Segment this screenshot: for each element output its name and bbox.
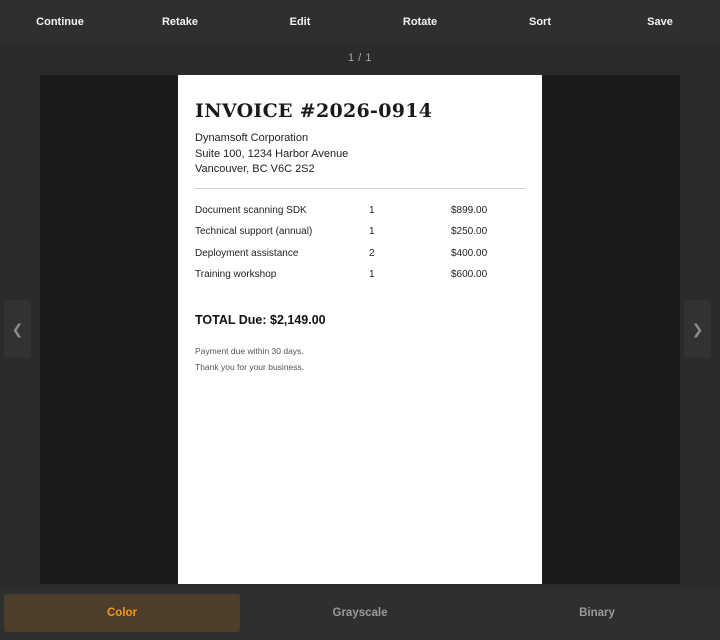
line-items: Document scanning SDK 1 $899.00 Technica…	[195, 200, 525, 286]
item-price: $250.00	[451, 226, 488, 238]
continue-button[interactable]: Continue	[0, 0, 120, 44]
note-line: Thank you for your business.	[195, 361, 305, 372]
item-price: $899.00	[451, 204, 488, 216]
document-viewer: INVOICE #2026-0914 Dynamsoft Corporation…	[40, 75, 680, 584]
grayscale-filter-button[interactable]: Grayscale	[242, 594, 478, 632]
sort-button[interactable]: Sort	[480, 0, 600, 44]
address-line: Dynamsoft Corporation	[195, 132, 309, 144]
line-item-row: Document scanning SDK 1 $899.00	[195, 200, 525, 222]
item-quantity: 2	[369, 247, 375, 259]
item-quantity: 1	[369, 269, 375, 281]
item-price: $600.00	[451, 269, 488, 281]
line-item-row: Training workshop 1 $600.00	[195, 264, 525, 286]
item-description: Deployment assistance	[195, 247, 299, 259]
invoice-total: TOTAL Due: $2,149.00	[195, 312, 326, 327]
next-page-button[interactable]: ❯	[684, 300, 711, 358]
item-quantity: 1	[369, 204, 375, 216]
rotate-button[interactable]: Rotate	[360, 0, 480, 44]
address-line: Suite 100, 1234 Harbor Avenue	[195, 147, 349, 160]
chevron-left-icon: ❮	[11, 321, 24, 337]
note-line: Payment due within 30 days.	[195, 345, 304, 356]
line-item-row: Deployment assistance 2 $400.00	[195, 243, 525, 265]
invoice-title: INVOICE #2026-0914	[195, 100, 433, 122]
line-item-row: Technical support (annual) 1 $250.00	[195, 221, 525, 243]
item-price: $400.00	[451, 247, 488, 259]
divider	[195, 187, 525, 189]
item-description: Document scanning SDK	[195, 204, 307, 216]
save-button[interactable]: Save	[600, 0, 720, 44]
page-counter: 1 / 1	[348, 52, 372, 64]
previous-page-button[interactable]: ❮	[4, 300, 31, 358]
binary-filter-button[interactable]: Binary	[479, 594, 715, 632]
item-quantity: 1	[369, 226, 375, 238]
address-block: Dynamsoft Corporation Suite 100, 1234 Ha…	[195, 131, 525, 178]
payment-notes: Payment due within 30 days. Thank you fo…	[195, 343, 525, 375]
edit-button[interactable]: Edit	[240, 0, 360, 44]
color-filter-button[interactable]: Color	[4, 594, 240, 632]
top-toolbar: Continue Retake Edit Rotate Sort Save	[0, 0, 720, 44]
item-description: Technical support (annual)	[195, 226, 313, 238]
document-page[interactable]: INVOICE #2026-0914 Dynamsoft Corporation…	[178, 75, 542, 584]
chevron-right-icon: ❯	[691, 321, 704, 337]
filter-bar: Color Grayscale Binary	[0, 588, 720, 640]
retake-button[interactable]: Retake	[120, 0, 240, 44]
item-description: Training workshop	[195, 269, 277, 281]
address-line: Vancouver, BC V6C 2S2	[195, 163, 315, 175]
